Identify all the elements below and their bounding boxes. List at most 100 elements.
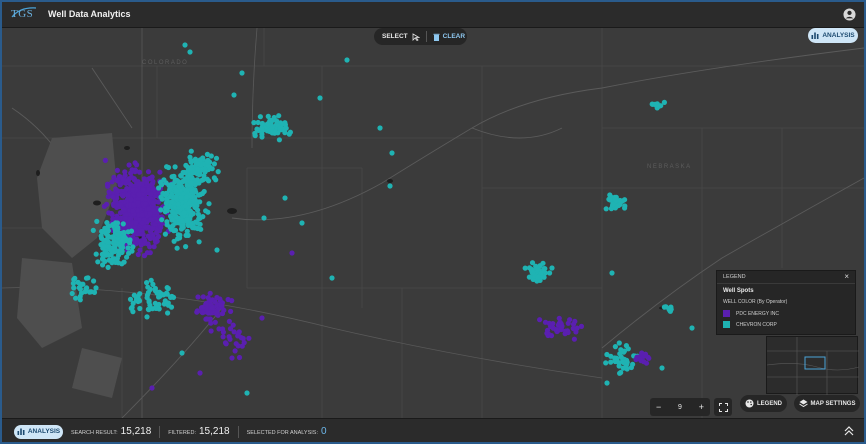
well-spot[interactable]	[104, 201, 110, 207]
well-spot[interactable]	[88, 289, 94, 295]
well-spot[interactable]	[192, 225, 198, 231]
well-spot[interactable]	[135, 298, 141, 305]
well-spot[interactable]	[565, 320, 571, 326]
well-spot[interactable]	[668, 304, 674, 310]
well-spot[interactable]	[152, 288, 159, 294]
well-spot[interactable]	[214, 310, 220, 316]
well-spot[interactable]	[173, 194, 179, 200]
well-spot[interactable]	[255, 119, 261, 126]
well-spot[interactable]	[71, 276, 77, 283]
well-spot[interactable]	[115, 260, 121, 266]
well-spot[interactable]	[276, 113, 282, 119]
well-spot[interactable]	[230, 322, 236, 328]
well-spot[interactable]	[139, 212, 145, 218]
well-spot[interactable]	[570, 321, 577, 327]
well-spot[interactable]	[158, 179, 164, 185]
well-spot[interactable]	[140, 187, 146, 193]
well-spot[interactable]	[185, 232, 191, 238]
well-spot[interactable]	[106, 239, 112, 245]
well-spot[interactable]	[135, 251, 141, 258]
well-spot[interactable]	[272, 130, 278, 136]
well-spot[interactable]	[608, 359, 614, 365]
well-spot[interactable]	[194, 177, 200, 183]
well-spot[interactable]	[612, 355, 618, 361]
well-spot[interactable]	[199, 190, 206, 197]
well-spot[interactable]	[556, 315, 562, 321]
well-spot[interactable]	[151, 244, 157, 250]
well-spot[interactable]	[204, 151, 210, 157]
well-spot[interactable]	[610, 201, 616, 208]
well-spot[interactable]	[209, 305, 215, 311]
well-spot[interactable]	[244, 390, 250, 396]
well-spot[interactable]	[197, 370, 203, 376]
well-spot[interactable]	[603, 206, 609, 212]
well-spot[interactable]	[196, 172, 202, 178]
well-spot[interactable]	[110, 194, 116, 200]
well-spot[interactable]	[103, 230, 109, 236]
well-spot[interactable]	[169, 217, 175, 223]
well-spot[interactable]	[617, 197, 623, 204]
well-spot[interactable]	[147, 244, 153, 250]
well-spot[interactable]	[169, 174, 175, 180]
well-spot[interactable]	[118, 243, 124, 250]
well-spot[interactable]	[208, 298, 214, 304]
well-spot[interactable]	[222, 340, 229, 346]
fullscreen-button[interactable]	[714, 398, 732, 416]
well-spot[interactable]	[110, 222, 116, 228]
well-spot[interactable]	[77, 286, 83, 292]
well-spot[interactable]	[663, 304, 669, 310]
well-spot[interactable]	[184, 217, 190, 223]
well-spot[interactable]	[100, 245, 106, 251]
close-icon[interactable]: ×	[844, 272, 849, 281]
well-spot[interactable]	[198, 226, 204, 232]
well-spot[interactable]	[246, 335, 252, 341]
well-spot[interactable]	[163, 205, 169, 211]
well-spot[interactable]	[149, 385, 155, 391]
well-spot[interactable]	[144, 179, 150, 185]
well-spot[interactable]	[299, 220, 305, 226]
well-spot[interactable]	[91, 278, 97, 284]
well-spot[interactable]	[265, 113, 271, 119]
well-spot[interactable]	[654, 101, 660, 107]
well-spot[interactable]	[180, 218, 186, 224]
analysis-panel-button[interactable]: ANALYSIS	[808, 28, 858, 43]
well-spot[interactable]	[122, 169, 128, 175]
zoom-out-button[interactable]: −	[656, 402, 661, 412]
well-spot[interactable]	[232, 348, 238, 354]
well-spot[interactable]	[142, 201, 149, 207]
well-spot[interactable]	[194, 308, 200, 314]
well-spot[interactable]	[167, 185, 173, 191]
well-spot[interactable]	[175, 201, 181, 207]
well-spot[interactable]	[208, 328, 214, 334]
well-spot[interactable]	[195, 166, 201, 172]
well-spot[interactable]	[156, 306, 162, 312]
well-spot[interactable]	[317, 95, 323, 101]
well-spot[interactable]	[196, 239, 202, 245]
well-spot[interactable]	[152, 236, 158, 242]
well-spot[interactable]	[537, 317, 543, 323]
well-spot[interactable]	[127, 240, 133, 246]
well-spot[interactable]	[529, 267, 535, 273]
well-spot[interactable]	[547, 270, 553, 276]
well-spot[interactable]	[159, 217, 165, 223]
well-spot[interactable]	[221, 307, 227, 313]
well-spot[interactable]	[164, 219, 170, 225]
well-spot[interactable]	[116, 203, 122, 209]
well-spot[interactable]	[214, 247, 220, 253]
well-spot[interactable]	[616, 340, 622, 346]
well-spot[interactable]	[169, 199, 175, 205]
well-spot[interactable]	[152, 300, 158, 306]
well-spot[interactable]	[77, 297, 83, 303]
well-spot[interactable]	[621, 349, 627, 355]
well-spot[interactable]	[169, 293, 175, 300]
well-spot[interactable]	[259, 315, 265, 321]
well-spot[interactable]	[206, 201, 212, 207]
well-spot[interactable]	[165, 310, 171, 316]
well-spot[interactable]	[616, 363, 622, 369]
well-spot[interactable]	[144, 280, 150, 286]
well-spot[interactable]	[134, 236, 140, 242]
well-spot[interactable]	[172, 164, 178, 170]
well-spot[interactable]	[130, 208, 136, 214]
map-settings-button[interactable]: MAP SETTINGS	[794, 395, 860, 412]
well-spot[interactable]	[199, 177, 205, 183]
